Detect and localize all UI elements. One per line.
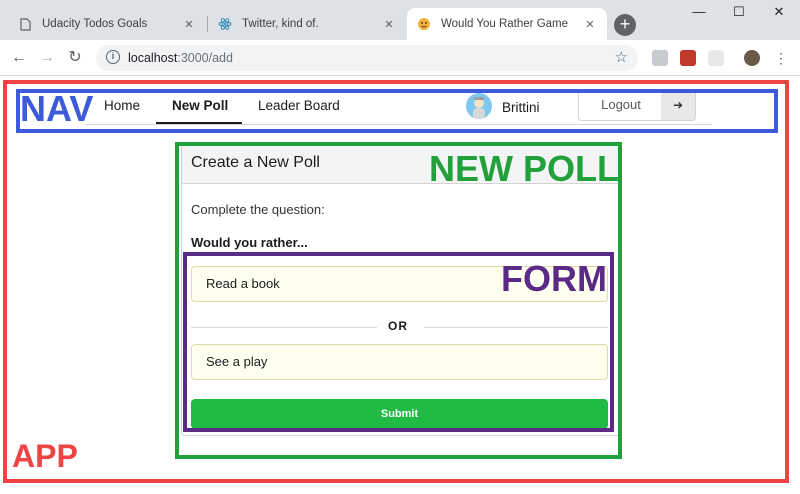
or-divider-label: OR <box>388 319 408 333</box>
divider <box>191 327 377 328</box>
close-window-icon[interactable]: ✕ <box>768 4 790 22</box>
username-label: Brittini <box>502 100 540 115</box>
extension-icon[interactable] <box>680 50 696 66</box>
nav-item-new-poll[interactable]: New Poll <box>172 98 228 113</box>
app-annotation-label: APP <box>12 438 78 474</box>
prompt-text: Complete the question: <box>191 202 325 217</box>
close-tab-icon[interactable]: ✕ <box>583 18 597 31</box>
logout-label: Logout <box>601 97 641 112</box>
ghost-extension-icon[interactable] <box>708 50 724 66</box>
document-icon <box>18 17 32 31</box>
logout-button[interactable]: Logout ➜ <box>578 89 696 121</box>
address-bar[interactable]: i localhost:3000/add ☆ <box>96 45 638 71</box>
profile-avatar-icon[interactable] <box>744 50 760 66</box>
bookmark-star-icon[interactable]: ☆ <box>615 48 628 66</box>
forward-arrow-icon[interactable]: → <box>36 47 58 69</box>
maximize-icon[interactable]: ☐ <box>728 4 750 22</box>
close-tab-icon[interactable]: ✕ <box>382 18 396 31</box>
option-two-input[interactable]: See a play <box>191 344 608 380</box>
nav-menu: Home New Poll Leader Board Brittini Logo… <box>86 87 712 125</box>
reload-icon[interactable]: ↻ <box>64 47 86 69</box>
url-text[interactable]: localhost:3000/add <box>128 51 233 65</box>
sign-out-icon: ➜ <box>661 90 695 120</box>
question-label: Would you rather... <box>191 235 308 250</box>
tab-title: Twitter, kind of. <box>242 18 319 30</box>
user-avatar <box>466 93 492 119</box>
url-host: localhost <box>128 51 178 65</box>
submit-button[interactable]: Submit <box>191 399 608 429</box>
minimize-icon[interactable]: — <box>688 4 710 22</box>
browser-toolbar: ← → ↻ i localhost:3000/add ☆ ⋮ <box>0 40 800 76</box>
cloud-extension-icon[interactable] <box>652 50 668 66</box>
close-tab-icon[interactable]: ✕ <box>182 18 196 31</box>
nav-item-home[interactable]: Home <box>104 98 140 113</box>
browser-titlebar: Udacity Todos Goals ✕ Twitter, kind of. … <box>0 0 800 40</box>
tab-twitter[interactable]: Twitter, kind of. ✕ <box>208 8 406 40</box>
new-tab-button[interactable]: + <box>614 14 636 36</box>
tab-udacity-todos[interactable]: Udacity Todos Goals ✕ <box>8 8 206 40</box>
url-path: :3000/add <box>177 51 233 65</box>
app-favicon-icon <box>417 17 431 31</box>
new-poll-annotation-label: NEW POLL <box>429 148 619 189</box>
tab-title: Udacity Todos Goals <box>42 18 148 30</box>
back-arrow-icon[interactable]: ← <box>8 47 30 69</box>
info-icon[interactable]: i <box>106 50 120 64</box>
nav-annotation-label: NAV <box>20 88 94 129</box>
page-title: Create a New Poll <box>191 154 320 171</box>
form-annotation-label: FORM <box>501 258 607 299</box>
menu-kebab-icon[interactable]: ⋮ <box>770 47 792 69</box>
tab-would-you-rather[interactable]: Would You Rather Game ✕ <box>407 8 607 40</box>
react-icon <box>218 17 232 31</box>
divider <box>424 327 608 328</box>
active-tab-indicator <box>156 122 242 124</box>
tab-title: Would You Rather Game <box>441 18 569 30</box>
app-page: Home New Poll Leader Board Brittini Logo… <box>0 77 800 494</box>
nav-item-leader-board[interactable]: Leader Board <box>258 98 340 113</box>
